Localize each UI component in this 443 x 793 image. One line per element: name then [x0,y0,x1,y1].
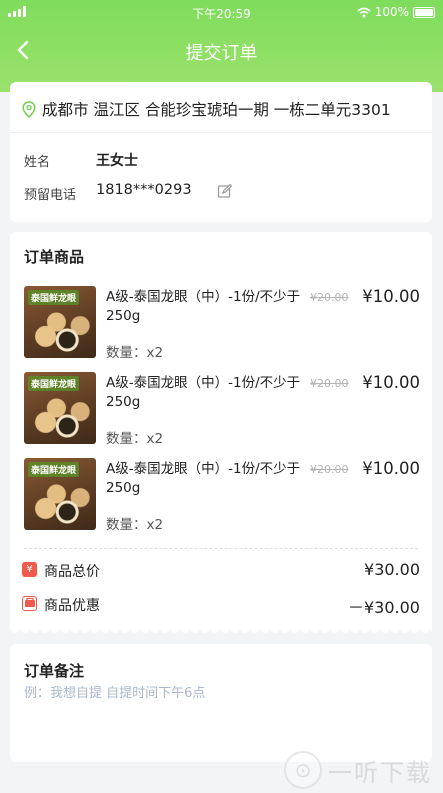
remark-card: 订单备注 [10,644,432,762]
product-image-label: 泰国鲜龙眼 [28,290,80,305]
status-bar: 下午20:59 100% [0,0,443,24]
wifi-icon [357,7,371,17]
goods-card: 订单商品 泰国鲜龙眼 A级-泰国龙眼（中）-1份/不少于250g ¥20.00 … [10,232,432,628]
goods-item[interactable]: 泰国鲜龙眼 A级-泰国龙眼（中）-1份/不少于250g ¥20.00 ¥10.0… [10,372,432,458]
original-price: ¥20.00 [310,463,349,476]
product-name: A级-泰国龙眼（中）-1份/不少于250g [106,375,301,410]
nav-bar: 提交订单 [0,30,443,74]
goods-item[interactable]: 泰国鲜龙眼 A级-泰国龙眼（中）-1份/不少于250g ¥20.00 ¥10.0… [10,458,432,544]
phone-value: 1818***0293 [96,182,192,198]
remark-section-title: 订单备注 [24,662,85,680]
dashed-divider [24,548,418,549]
product-quantity: 数量：x2 [106,431,164,447]
product-price: ¥10.00 [362,287,420,306]
name-label: 姓名 [24,155,51,170]
remark-input[interactable] [24,686,416,701]
coupon-icon [22,596,37,611]
address-row[interactable]: 成都市 温江区 合能珍宝琥珀一期 一栋二单元3301 [22,98,391,120]
product-price: ¥10.00 [362,459,420,478]
page-title: 提交订单 [185,43,258,64]
phone-label: 预留电话 [24,188,77,203]
discount-value: －¥30.00 [348,598,420,617]
battery-icon [413,6,435,18]
divider [10,132,432,133]
goods-item[interactable]: 泰国鲜龙眼 A级-泰国龙眼（中）-1份/不少于250g ¥20.00 ¥10.0… [10,286,432,372]
product-quantity: 数量：x2 [106,517,164,533]
battery-text: 100% [374,5,409,19]
discount-label: 商品优惠 [44,598,100,614]
longan-product-image: 泰国鲜龙眼 [24,372,96,444]
ticket-edge [10,628,432,634]
product-image-label: 泰国鲜龙眼 [28,462,80,477]
location-pin-icon [22,100,36,118]
watermark-text: 一听下载 [328,758,432,787]
product-name: A级-泰国龙眼（中）-1份/不少于250g [106,289,301,324]
watermark: ⊙ 一听下载 [284,750,432,790]
product-price: ¥10.00 [362,373,420,392]
product-name: A级-泰国龙眼（中）-1份/不少于250g [106,461,301,496]
name-value: 王女士 [96,153,138,169]
discount-row: 商品优惠 －¥30.00 [22,594,420,617]
product-quantity: 数量：x2 [106,345,164,361]
original-price: ¥20.00 [310,291,349,304]
address-text: 成都市 温江区 合能珍宝琥珀一期 一栋二单元3301 [42,101,391,119]
watermark-logo-icon: ⊙ [284,751,322,789]
edit-icon[interactable] [217,183,233,199]
original-price: ¥20.00 [310,377,349,390]
yen-icon: ¥ [22,562,37,577]
longan-product-image: 泰国鲜龙眼 [24,458,96,530]
product-image-label: 泰国鲜龙眼 [28,376,80,391]
goods-section-title: 订单商品 [24,248,85,266]
address-card: 成都市 温江区 合能珍宝琥珀一期 一栋二单元3301 姓名 王女士 预留电话 1… [10,82,432,222]
total-price-label: 商品总价 [44,564,100,580]
total-price-value: ¥30.00 [364,560,420,579]
total-price-row: ¥ 商品总价 ¥30.00 [22,560,420,582]
longan-product-image: 泰国鲜龙眼 [24,286,96,358]
